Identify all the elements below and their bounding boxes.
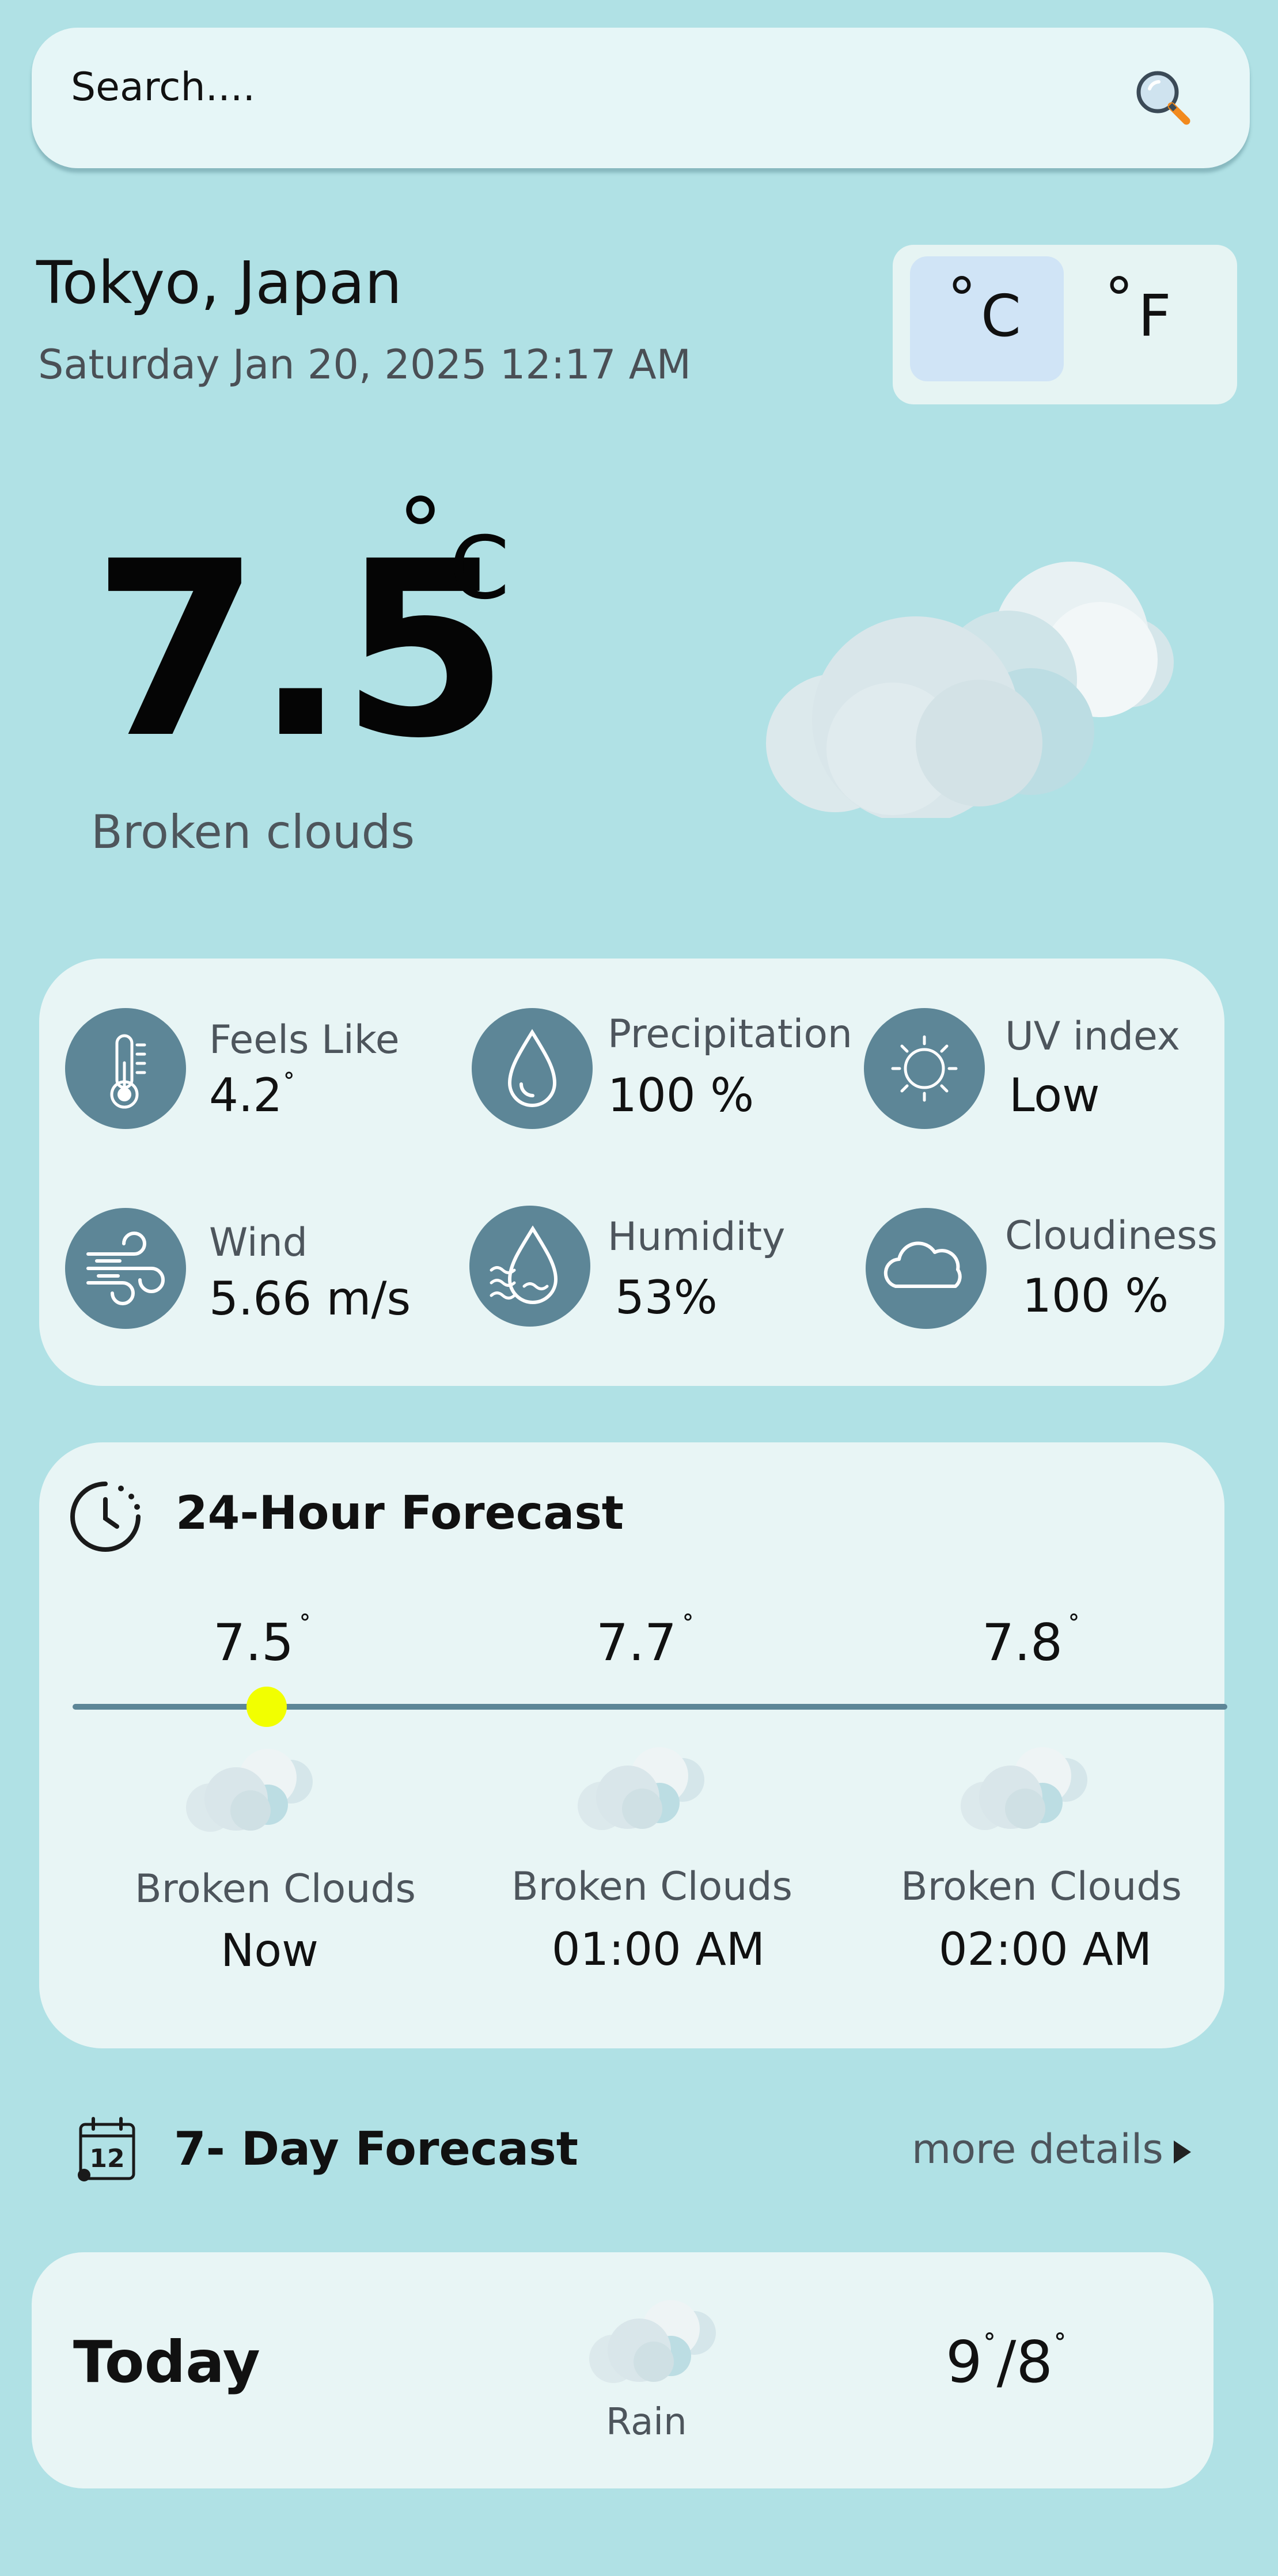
broken-clouds-icon	[176, 1744, 320, 1833]
hourly-condition-2: Broken Clouds	[901, 1864, 1182, 1910]
stat-value-cloudiness: 100 %	[1022, 1269, 1169, 1323]
stat-label-precipitation: Precipitation	[608, 1012, 853, 1057]
stat-label-uv-index: UV index	[1005, 1014, 1180, 1059]
hourly-temp-1: 7.7 ˚	[596, 1612, 695, 1672]
hourly-temp-0: 7.5 ˚	[213, 1612, 312, 1672]
thermometer-icon	[65, 1008, 186, 1129]
svg-text:12: 12	[89, 2144, 124, 2173]
stat-label-cloudiness: Cloudiness	[1005, 1213, 1218, 1259]
weekly-forecast-title: 7- Day Forecast	[174, 2122, 578, 2176]
humidity-icon	[469, 1206, 590, 1327]
rain-cloud-icon	[579, 2295, 723, 2385]
broken-clouds-icon	[950, 1742, 1094, 1832]
daily-day-name: Today	[73, 2328, 260, 2396]
calendar-icon: 12	[76, 2115, 139, 2183]
search-input[interactable]: Search....	[71, 65, 255, 110]
stat-value-feels-like: 4.2˚	[209, 1069, 296, 1122]
fahrenheit-toggle-button[interactable]: °F	[1105, 265, 1171, 350]
current-condition: Broken clouds	[91, 805, 415, 859]
hourly-timeline-marker[interactable]	[247, 1687, 287, 1727]
clock-history-icon	[68, 1479, 143, 1554]
more-details-link[interactable]: more details	[912, 2126, 1191, 2173]
wind-icon	[65, 1208, 186, 1329]
hourly-time-2: 02:00 AM	[938, 1924, 1152, 1976]
droplet-icon	[472, 1008, 593, 1129]
stat-value-humidity: 53%	[615, 1271, 718, 1324]
daily-condition: Rain	[606, 2401, 687, 2444]
caret-right-icon	[1173, 2140, 1191, 2164]
search-icon[interactable]	[1129, 63, 1198, 132]
stat-value-uv-index: Low	[1009, 1069, 1100, 1122]
daily-temperature-range: 9˚/8˚	[946, 2328, 1067, 2396]
broken-clouds-icon	[760, 547, 1204, 824]
hourly-timeline-track[interactable]	[73, 1704, 1227, 1710]
location-title: Tokyo, Japan	[36, 249, 402, 317]
hourly-condition-0: Broken Clouds	[135, 1866, 416, 1912]
sun-icon	[864, 1008, 985, 1129]
broken-clouds-icon	[567, 1742, 711, 1832]
stat-label-wind: Wind	[209, 1220, 308, 1266]
stat-value-precipitation: 100 %	[608, 1069, 754, 1122]
hourly-time-1: 01:00 AM	[551, 1924, 765, 1976]
hourly-time-0: Now	[221, 1925, 318, 1977]
current-datetime: Saturday Jan 20, 2025 12:17 AM	[38, 341, 692, 388]
cloud-icon	[866, 1208, 987, 1329]
stat-value-wind: 5.66 m/s	[209, 1272, 411, 1325]
stat-label-feels-like: Feels Like	[209, 1017, 400, 1063]
hourly-temp-2: 7.8 ˚	[982, 1612, 1080, 1672]
celsius-label[interactable]: °C	[947, 265, 1021, 350]
stat-label-humidity: Humidity	[608, 1214, 786, 1260]
temperature-degree-symbol: °	[397, 478, 443, 586]
hourly-condition-1: Broken Clouds	[511, 1864, 792, 1910]
hourly-forecast-title: 24-Hour Forecast	[176, 1486, 624, 1540]
temperature-unit: C	[449, 518, 510, 619]
